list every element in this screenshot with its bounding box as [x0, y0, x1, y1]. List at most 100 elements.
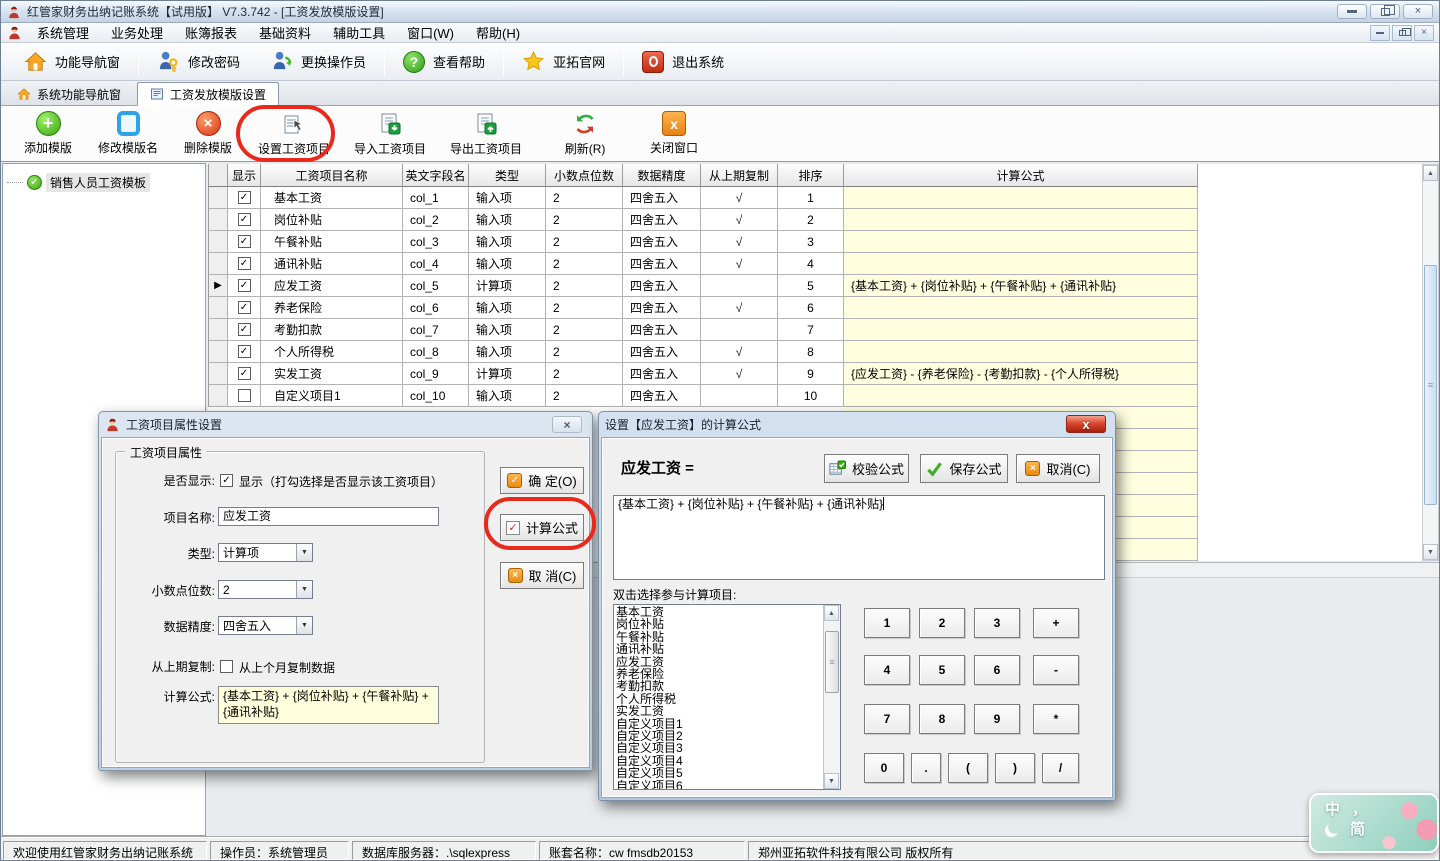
cell-precision[interactable]: 四舍五入	[623, 363, 701, 385]
cell-copy[interactable]: √	[701, 341, 778, 363]
keypad-5[interactable]: 5	[919, 655, 965, 685]
cell-type[interactable]: 输入项	[469, 231, 546, 253]
cell-formula[interactable]: {基本工资} + {岗位补贴} + {午餐补贴} + {通讯补贴}	[844, 275, 1198, 297]
scrollbar-thumb[interactable]: ≡	[1424, 265, 1437, 505]
header-formula[interactable]: 计算公式	[844, 164, 1198, 187]
tab-system-nav[interactable]: 系统功能导航窗	[5, 83, 133, 105]
cell-field[interactable]: col_10	[403, 385, 469, 407]
cell-precision[interactable]: 四舍五入	[623, 319, 701, 341]
mdi-minimize-button[interactable]	[1370, 25, 1390, 41]
cell-type[interactable]: 输入项	[469, 385, 546, 407]
menu-system[interactable]: 系统管理	[26, 22, 100, 43]
cell-decimals[interactable]: 2	[546, 231, 623, 253]
cell-precision[interactable]: 四舍五入	[623, 275, 701, 297]
formula-textarea[interactable]: {基本工资} + {岗位补贴} + {午餐补贴} + {通讯补贴}	[218, 686, 439, 724]
mdi-close-button[interactable]: ×	[1414, 25, 1434, 41]
keypad-divide[interactable]: /	[1042, 753, 1079, 783]
keypad-6[interactable]: 6	[974, 655, 1020, 685]
cell-precision[interactable]: 四舍五入	[623, 231, 701, 253]
cell-formula[interactable]	[844, 209, 1198, 231]
checkbox[interactable]: ✓	[238, 279, 251, 292]
ime-widget[interactable]: 中 ， 简	[1309, 793, 1439, 853]
cell-order[interactable]: 4	[778, 253, 844, 275]
switch-operator-button[interactable]: 更换操作员	[255, 46, 381, 77]
chevron-down-icon[interactable]: ▼	[296, 617, 312, 634]
cell-name[interactable]: 养老保险	[261, 297, 403, 319]
cell-formula[interactable]	[844, 253, 1198, 275]
close-window-button[interactable]: x 关闭窗口	[639, 108, 709, 160]
view-help-button[interactable]: ? 查看帮助	[388, 47, 500, 77]
show-checkbox-cell[interactable]: ✓	[228, 187, 261, 209]
scroll-down-button[interactable]: ▼	[1423, 544, 1438, 560]
cell-field[interactable]: col_4	[403, 253, 469, 275]
header-decimals[interactable]: 小数点位数	[546, 164, 623, 187]
table-row[interactable]: ✓ 个人所得税 col_8 输入项 2 四舍五入 √ 8	[208, 341, 1199, 363]
cell-decimals[interactable]: 2	[546, 209, 623, 231]
cell-name[interactable]: 考勤扣款	[261, 319, 403, 341]
cell-field[interactable]: col_5	[403, 275, 469, 297]
scroll-up-button[interactable]: ▲	[1423, 165, 1438, 181]
cell-order[interactable]: 7	[778, 319, 844, 341]
cell-precision[interactable]: 四舍五入	[623, 187, 701, 209]
cell-field[interactable]: col_2	[403, 209, 469, 231]
list-item[interactable]: 岗位补贴	[616, 618, 822, 630]
chevron-down-icon[interactable]: ▼	[296, 544, 312, 561]
menu-reports[interactable]: 账簿报表	[174, 22, 248, 43]
add-template-button[interactable]: + 添加模版	[13, 108, 83, 160]
header-copy[interactable]: 从上期复制	[701, 164, 778, 187]
menu-business[interactable]: 业务处理	[100, 22, 174, 43]
list-item[interactable]: 通讯补贴	[616, 643, 822, 655]
cell-formula[interactable]	[844, 187, 1198, 209]
cell-name[interactable]: 通讯补贴	[261, 253, 403, 275]
dialog-close-button[interactable]: ×	[552, 416, 582, 433]
header-show[interactable]: 显示	[228, 164, 261, 187]
keypad-4[interactable]: 4	[864, 655, 910, 685]
cell-decimals[interactable]: 2	[546, 319, 623, 341]
cell-type[interactable]: 输入项	[469, 187, 546, 209]
keypad-minus[interactable]: -	[1033, 655, 1079, 685]
cell-order[interactable]: 10	[778, 385, 844, 407]
cell-precision[interactable]: 四舍五入	[623, 297, 701, 319]
keypad-close-paren[interactable]: )	[995, 753, 1035, 783]
cell-order[interactable]: 6	[778, 297, 844, 319]
mdi-restore-button[interactable]	[1392, 25, 1412, 41]
close-button[interactable]: ×	[1403, 4, 1433, 19]
cell-type[interactable]: 计算项	[469, 275, 546, 297]
delete-template-button[interactable]: × 删除模版	[173, 108, 243, 160]
keypad-multiply[interactable]: *	[1033, 704, 1079, 734]
keypad-3[interactable]: 3	[974, 608, 1020, 638]
cell-formula[interactable]	[844, 385, 1198, 407]
cell-order[interactable]: 3	[778, 231, 844, 253]
copy-checkbox[interactable]	[220, 660, 233, 673]
keypad-8[interactable]: 8	[919, 704, 965, 734]
list-item[interactable]: 实发工资	[616, 705, 822, 717]
table-row[interactable]: ✓ 考勤扣款 col_7 输入项 2 四舍五入 7	[208, 319, 1199, 341]
cell-decimals[interactable]: 2	[546, 341, 623, 363]
cell-formula[interactable]	[844, 231, 1198, 253]
dialog-title-bar[interactable]: 设置【应发工资】的计算公式	[599, 412, 1115, 435]
keypad-9[interactable]: 9	[974, 704, 1020, 734]
scroll-up-button[interactable]: ▲	[824, 605, 839, 621]
keypad-dot[interactable]: .	[911, 753, 941, 783]
cell-precision[interactable]: 四舍五入	[623, 341, 701, 363]
show-checkbox-cell[interactable]: ✓	[228, 253, 261, 275]
set-salary-items-button[interactable]: 设置工资项目	[249, 108, 339, 160]
checkbox[interactable]: ✓	[238, 213, 251, 226]
moon-icon[interactable]	[1323, 822, 1340, 839]
cell-decimals[interactable]: 2	[546, 363, 623, 385]
menu-tools[interactable]: 辅助工具	[322, 22, 396, 43]
cell-field[interactable]: col_3	[403, 231, 469, 253]
save-formula-button[interactable]: 保存公式	[920, 454, 1008, 483]
keypad-1[interactable]: 1	[864, 608, 910, 638]
scroll-down-button[interactable]: ▼	[824, 773, 839, 789]
checkbox[interactable]: ✓	[238, 367, 251, 380]
cell-name[interactable]: 岗位补贴	[261, 209, 403, 231]
cell-field[interactable]: col_8	[403, 341, 469, 363]
dialog-close-button[interactable]: x	[1066, 415, 1106, 433]
verify-formula-button[interactable]: 校验公式	[824, 454, 909, 483]
menu-window[interactable]: 窗口(W)	[396, 22, 465, 43]
cell-order[interactable]: 1	[778, 187, 844, 209]
cancel-button[interactable]: × 取消(C)	[1016, 454, 1100, 483]
cancel-button[interactable]: × 取 消(C)	[500, 562, 584, 589]
cell-name[interactable]: 基本工资	[261, 187, 403, 209]
